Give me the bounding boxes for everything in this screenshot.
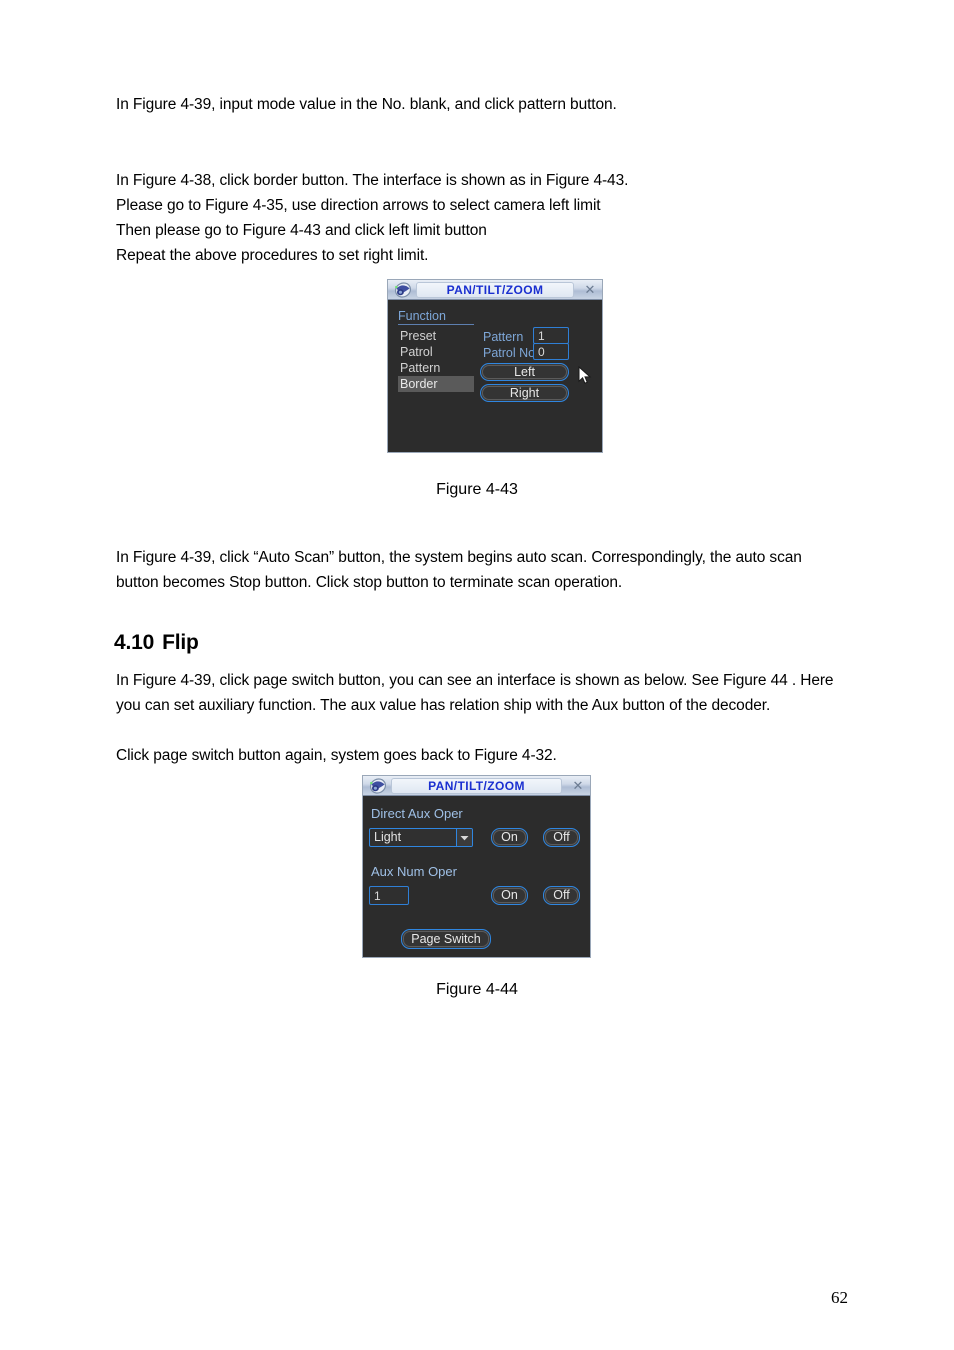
- dome-camera-icon: [392, 281, 414, 299]
- aux-num-input[interactable]: 1: [369, 886, 409, 905]
- paragraph-2-line-2: Please go to Figure 4-35, use direction …: [116, 197, 601, 214]
- ptz-border-title: PAN/TILT/ZOOM: [446, 282, 544, 297]
- function-item-patrol[interactable]: Patrol: [398, 344, 474, 360]
- section-number: 4.10: [114, 631, 155, 654]
- patrol-no-input[interactable]: 0: [533, 343, 569, 360]
- pattern-input[interactable]: 1: [533, 327, 569, 344]
- paragraph-2: In Figure 4-38, click border button. The…: [116, 168, 836, 268]
- dome-camera-icon: [367, 777, 389, 795]
- page-number: 62: [831, 1288, 848, 1307]
- direct-aux-on-label: On: [493, 830, 526, 845]
- ptz-aux-body: Direct Aux Oper Light On Off Aux Num Ope…: [363, 796, 590, 957]
- left-limit-button-label: Left: [482, 365, 567, 379]
- right-limit-button[interactable]: Right: [480, 384, 569, 402]
- ptz-border-dialog[interactable]: PAN/TILT/ZOOM ✕ Function Preset Patrol P…: [387, 279, 603, 453]
- ptz-border-titlebar[interactable]: PAN/TILT/ZOOM ✕: [388, 280, 602, 300]
- left-limit-button[interactable]: Left: [480, 363, 569, 381]
- direct-aux-off-label: Off: [545, 830, 578, 845]
- ptz-border-body: Function Preset Patrol Pattern Border Pa…: [388, 300, 602, 452]
- paragraph-2-line-1: In Figure 4-38, click border button. The…: [116, 172, 629, 189]
- paragraph-5-text: Click page switch button again, system g…: [116, 747, 557, 764]
- direct-aux-oper-label: Direct Aux Oper: [371, 806, 463, 821]
- section-heading-4-10: 4.10 Flip: [114, 631, 199, 655]
- right-limit-button-label: Right: [482, 386, 567, 400]
- ptz-border-title-plate: PAN/TILT/ZOOM: [416, 281, 574, 298]
- paragraph-3: In Figure 4-39, click “Auto Scan” button…: [116, 545, 836, 595]
- aux-num-on-button[interactable]: On: [491, 886, 528, 905]
- figure-4-43-caption: Figure 4-43: [436, 481, 518, 498]
- mouse-pointer-icon: [578, 365, 592, 385]
- aux-num-off-label: Off: [545, 888, 578, 903]
- section-title-text: Flip: [162, 631, 199, 654]
- page-switch-button-label: Page Switch: [403, 931, 489, 947]
- ptz-aux-title: PAN/TILT/ZOOM: [428, 778, 525, 793]
- ptz-aux-titlebar[interactable]: PAN/TILT/ZOOM ✕: [363, 776, 590, 796]
- close-icon[interactable]: ✕: [578, 283, 602, 296]
- document-page: In Figure 4-39, input mode value in the …: [0, 0, 954, 1350]
- direct-aux-off-button[interactable]: Off: [543, 828, 580, 847]
- direct-aux-select-value: Light: [374, 830, 402, 845]
- function-item-pattern[interactable]: Pattern: [398, 360, 474, 376]
- chevron-down-icon[interactable]: [456, 829, 472, 846]
- function-item-border[interactable]: Border: [398, 376, 474, 392]
- pattern-label: Pattern: [483, 330, 524, 344]
- direct-aux-on-button[interactable]: On: [491, 828, 528, 847]
- paragraph-5: Click page switch button again, system g…: [116, 743, 836, 768]
- page-switch-button[interactable]: Page Switch: [401, 929, 491, 949]
- aux-num-on-label: On: [493, 888, 526, 903]
- paragraph-4-text: In Figure 4-39, click page switch button…: [116, 672, 834, 714]
- aux-num-oper-label: Aux Num Oper: [371, 864, 457, 879]
- function-list-header: Function: [398, 309, 474, 325]
- close-icon[interactable]: ✕: [566, 779, 590, 792]
- paragraph-3-text: In Figure 4-39, click “Auto Scan” button…: [116, 549, 802, 591]
- ptz-aux-dialog[interactable]: PAN/TILT/ZOOM ✕ Direct Aux Oper Light On…: [362, 775, 591, 958]
- paragraph-4: In Figure 4-39, click page switch button…: [116, 668, 836, 718]
- patrol-no-label: Patrol No.: [483, 346, 539, 360]
- paragraph-1: In Figure 4-39, input mode value in the …: [116, 92, 836, 117]
- function-item-preset[interactable]: Preset: [398, 328, 474, 344]
- direct-aux-select[interactable]: Light: [369, 828, 473, 847]
- paragraph-2-line-4: Repeat the above procedures to set right…: [116, 247, 429, 264]
- ptz-aux-title-plate: PAN/TILT/ZOOM: [391, 777, 562, 794]
- paragraph-2-line-3: Then please go to Figure 4-43 and click …: [116, 222, 487, 239]
- figure-4-44-caption: Figure 4-44: [436, 981, 518, 998]
- aux-num-off-button[interactable]: Off: [543, 886, 580, 905]
- paragraph-1-text: In Figure 4-39, input mode value in the …: [116, 96, 617, 113]
